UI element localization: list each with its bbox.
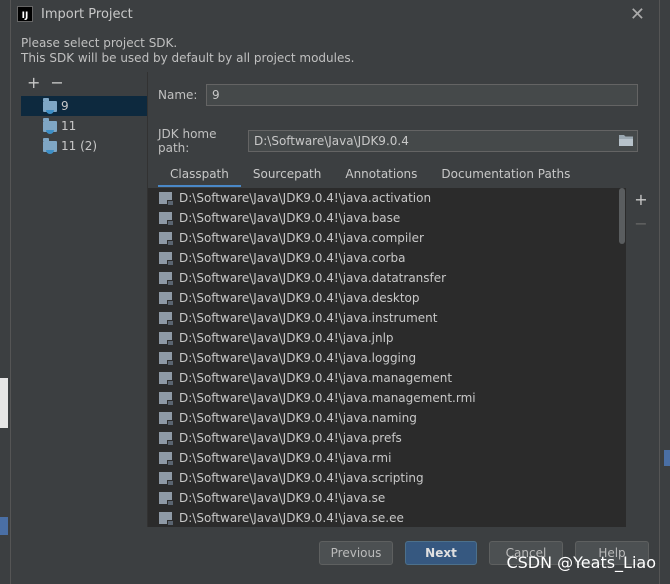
list-item[interactable]: D:\Software\Java\JDK9.0.4!\java.base: [148, 208, 620, 228]
background-panel-fragment: [0, 378, 8, 428]
tab-classpath[interactable]: Classpath: [158, 162, 241, 187]
tab-sourcepath[interactable]: Sourcepath: [241, 162, 334, 185]
jar-icon: [159, 232, 174, 246]
jdk-home-label: JDK home path:: [158, 127, 217, 155]
next-button[interactable]: Next: [405, 541, 477, 565]
scrollbar-thumb[interactable]: [619, 188, 625, 244]
background-selection-fragment-right: [664, 450, 670, 466]
name-label: Name:: [158, 88, 198, 102]
jdk-home-field[interactable]: [248, 130, 638, 152]
jar-icon: [159, 332, 174, 346]
sdk-tree-item-label: 9: [61, 99, 69, 113]
dialog-title: Import Project: [41, 6, 133, 22]
jdk-home-input-wrap: [248, 130, 638, 152]
background-selection-fragment: [0, 517, 8, 535]
sdk-tree-panel: + − 9 11 11 (2): [21, 72, 148, 527]
jar-icon: [159, 292, 174, 306]
list-item[interactable]: D:\Software\Java\JDK9.0.4!\java.manageme…: [148, 368, 620, 388]
sdk-tree-item-label: 11: [61, 119, 77, 133]
list-item[interactable]: D:\Software\Java\JDK9.0.4!\java.instrume…: [148, 308, 620, 328]
jar-icon: [159, 312, 174, 326]
jdk-home-row: JDK home path:: [158, 127, 638, 155]
jar-icon: [159, 372, 174, 386]
remove-path-button[interactable]: −: [629, 212, 653, 236]
sdk-tree-item-11-2[interactable]: 11 (2): [21, 136, 147, 156]
jar-icon: [159, 352, 174, 366]
import-project-dialog: IJ Import Project ✕ Please select projec…: [10, 0, 660, 584]
watermark: CSDN @Yeats_Liao: [506, 553, 656, 572]
sdk-folder-icon: [43, 137, 57, 154]
classpath-list: D:\Software\Java\JDK9.0.4!\java.activati…: [148, 188, 620, 527]
description: Please select project SDK. This SDK will…: [21, 36, 354, 66]
jar-icon: [159, 392, 174, 406]
tab-documentation-paths[interactable]: Documentation Paths: [429, 162, 582, 185]
classpath-scrollbar[interactable]: [618, 188, 626, 527]
jar-icon: [159, 252, 174, 266]
add-sdk-button[interactable]: +: [27, 73, 40, 92]
name-field[interactable]: [206, 84, 638, 106]
intellij-app-icon: IJ: [17, 6, 33, 22]
classpath-toolbar: + −: [629, 188, 653, 236]
description-line-2: This SDK will be used by default by all …: [21, 51, 355, 65]
sdk-tree-toolbar: + −: [21, 72, 147, 92]
folder-browse-icon[interactable]: [618, 133, 634, 147]
jar-icon: [159, 452, 174, 466]
list-item[interactable]: D:\Software\Java\JDK9.0.4!\java.prefs: [148, 428, 620, 448]
jar-icon: [159, 492, 174, 506]
list-item[interactable]: D:\Software\Java\JDK9.0.4!\java.logging: [148, 348, 620, 368]
title-bar: IJ Import Project ✕: [11, 0, 659, 28]
jar-icon: [159, 432, 174, 446]
jar-icon: [159, 412, 174, 426]
list-item[interactable]: D:\Software\Java\JDK9.0.4!\java.se: [148, 488, 620, 508]
name-row: Name:: [158, 84, 638, 106]
sdk-folder-icon: [43, 97, 57, 114]
jar-icon: [159, 512, 174, 526]
list-item[interactable]: D:\Software\Java\JDK9.0.4!\java.activati…: [148, 188, 620, 208]
jar-icon: [159, 472, 174, 486]
jar-icon: [159, 272, 174, 286]
sdk-tabs: Classpath Sourcepath Annotations Documen…: [158, 162, 582, 187]
list-item[interactable]: D:\Software\Java\JDK9.0.4!\java.manageme…: [148, 388, 620, 408]
list-item[interactable]: D:\Software\Java\JDK9.0.4!\java.naming: [148, 408, 620, 428]
previous-button[interactable]: Previous: [319, 541, 393, 565]
list-item[interactable]: D:\Software\Java\JDK9.0.4!\java.se.ee: [148, 508, 620, 527]
list-item[interactable]: D:\Software\Java\JDK9.0.4!\java.corba: [148, 248, 620, 268]
description-line-1: Please select project SDK.: [21, 36, 178, 50]
remove-sdk-button[interactable]: −: [50, 73, 63, 92]
jar-icon: [159, 192, 174, 206]
sdk-tree-item-11[interactable]: 11: [21, 116, 147, 136]
close-icon[interactable]: ✕: [630, 4, 645, 25]
sdk-folder-icon: [43, 117, 57, 134]
list-item[interactable]: D:\Software\Java\JDK9.0.4!\java.desktop: [148, 288, 620, 308]
sdk-tree-item-9[interactable]: 9: [21, 96, 147, 116]
jar-icon: [159, 212, 174, 226]
list-item[interactable]: D:\Software\Java\JDK9.0.4!\java.compiler: [148, 228, 620, 248]
list-item[interactable]: D:\Software\Java\JDK9.0.4!\java.rmi: [148, 448, 620, 468]
add-path-button[interactable]: +: [629, 188, 653, 212]
tab-annotations[interactable]: Annotations: [333, 162, 429, 185]
sdk-tree-item-label: 11 (2): [61, 139, 98, 153]
list-item[interactable]: D:\Software\Java\JDK9.0.4!\java.scriptin…: [148, 468, 620, 488]
list-item[interactable]: D:\Software\Java\JDK9.0.4!\java.datatran…: [148, 268, 620, 288]
list-item[interactable]: D:\Software\Java\JDK9.0.4!\java.jnlp: [148, 328, 620, 348]
